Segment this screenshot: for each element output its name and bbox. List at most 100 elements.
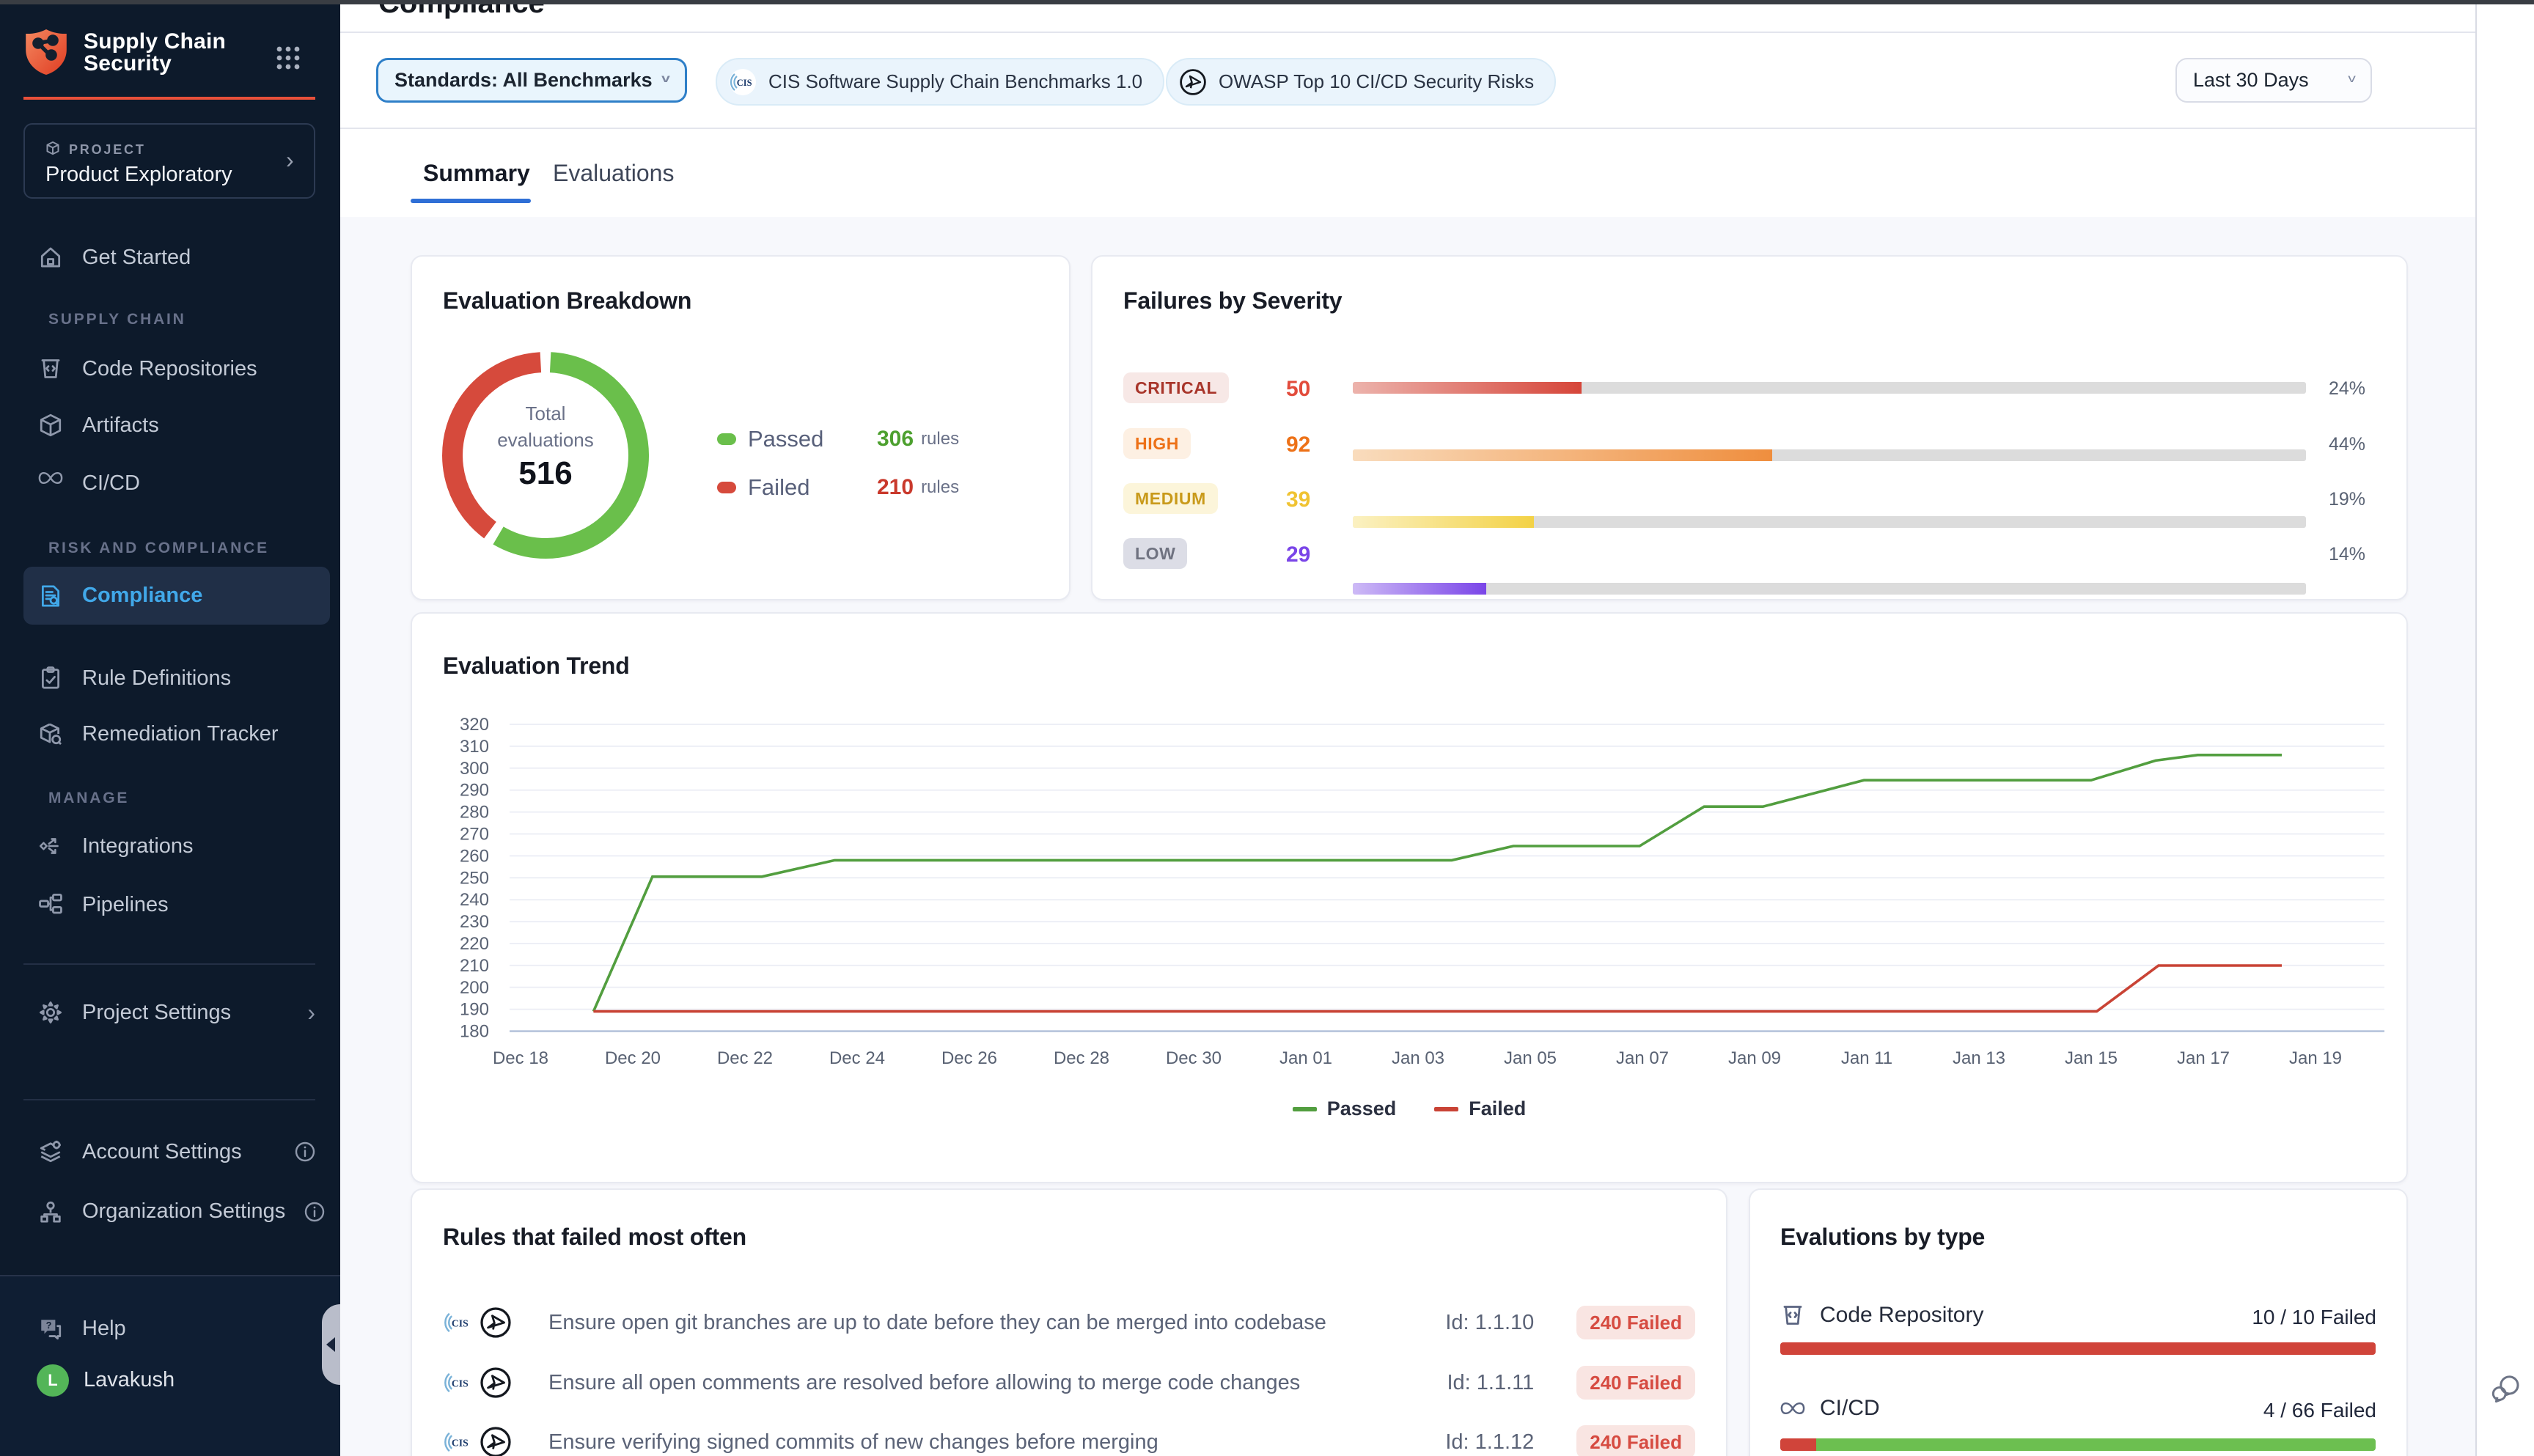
svg-text:Jan 05: Jan 05 — [1504, 1048, 1557, 1068]
cis-logo-icon: CIS — [443, 1307, 474, 1338]
info-icon[interactable] — [295, 1141, 315, 1162]
severity-badge-medium: MEDIUM — [1123, 483, 1218, 514]
svg-text:230: 230 — [460, 912, 489, 932]
rule-text: Ensure open git branches are up to date … — [548, 1311, 1326, 1335]
svg-text:310: 310 — [460, 737, 489, 757]
cis-logo-icon: CIS — [729, 68, 757, 96]
svg-text:CIS: CIS — [737, 78, 752, 88]
rule-id: Id: 1.1.11 — [1447, 1371, 1534, 1395]
rule-row[interactable]: CIS Ensure open git branches are up to d… — [443, 1306, 1695, 1339]
sidebar-item-project-settings[interactable]: Project Settings › — [23, 986, 330, 1039]
severity-bar-critical — [1353, 382, 2306, 394]
avatar: L — [37, 1364, 69, 1397]
svg-text:Dec 30: Dec 30 — [1166, 1048, 1222, 1068]
chevron-right-icon: › — [307, 1001, 315, 1024]
sidebar-item-rule-definitions[interactable]: Rule Definitions — [23, 652, 330, 705]
page-title-clip: Compliance — [378, 4, 818, 32]
passed-dot-icon — [717, 433, 736, 445]
card-title: Failures by Severity — [1123, 287, 1342, 315]
chip-label: OWASP Top 10 CI/CD Security Risks — [1219, 70, 1534, 93]
compliance-doc-icon — [38, 584, 63, 608]
svg-text:260: 260 — [460, 846, 489, 866]
type-value: 10 / 10 Failed — [2112, 1306, 2376, 1329]
rule-failed-badge: 240 Failed — [1576, 1306, 1695, 1339]
svg-text:290: 290 — [460, 781, 489, 801]
card-evaluation-trend: Evaluation Trend 32031030029028027026025… — [411, 612, 2408, 1183]
svg-text:CIS: CIS — [452, 1438, 469, 1449]
cube-icon — [38, 413, 63, 438]
sidebar-item-organization-settings[interactable]: Organization Settings — [23, 1185, 330, 1238]
benchmark-chip-owasp[interactable]: OWASP Top 10 CI/CD Security Risks — [1166, 58, 1556, 106]
svg-text:Jan 01: Jan 01 — [1279, 1048, 1332, 1068]
legend-item-failed: Failed — [1434, 1097, 1526, 1120]
chip-label: CIS Software Supply Chain Benchmarks 1.0 — [768, 70, 1142, 93]
card-title: Evalutions by type — [1780, 1224, 1985, 1251]
sidebar-item-remediation-tracker[interactable]: Remediation Tracker — [23, 707, 330, 760]
layers-gear-icon — [38, 1139, 63, 1164]
severity-bar-medium — [1353, 516, 2306, 528]
sidebar-item-help[interactable]: ? Help — [23, 1303, 330, 1356]
sidebar-item-compliance[interactable]: Compliance — [23, 567, 330, 625]
chat-bubble-icon[interactable] — [2489, 1374, 2522, 1408]
sidebar-collapse-handle[interactable] — [322, 1304, 340, 1385]
card-evaluations-by-type: Evalutions by type Code Repository 10 / … — [1749, 1188, 2408, 1456]
svg-text:Jan 19: Jan 19 — [2289, 1048, 2342, 1068]
failed-dot-icon — [717, 482, 736, 493]
severity-bar-high — [1353, 449, 2306, 461]
sidebar-item-code-repositories[interactable]: Code Repositories — [23, 342, 330, 395]
severity-pct: 19% — [2307, 489, 2365, 510]
sidebar-item-integrations[interactable]: Integrations — [23, 820, 330, 872]
tab-summary[interactable]: Summary — [423, 160, 530, 187]
svg-text:Dec 24: Dec 24 — [829, 1048, 885, 1068]
integrations-icon — [38, 834, 63, 858]
benchmark-chip-cis[interactable]: CIS CIS Software Supply Chain Benchmarks… — [716, 58, 1164, 106]
sidebar-item-artifacts[interactable]: Artifacts — [23, 399, 330, 452]
card-failures-by-severity: Failures by Severity CRITICAL 50 24% HIG… — [1091, 255, 2408, 600]
severity-badge-high: HIGH — [1123, 428, 1191, 459]
section-manage: MANAGE — [48, 790, 129, 807]
svg-text:Jan 13: Jan 13 — [1953, 1048, 2005, 1068]
severity-value: 50 — [1286, 377, 1310, 402]
sidebar-item-cicd[interactable]: CI/CD — [23, 457, 330, 510]
rule-row[interactable]: CIS Ensure verifying signed commits of n… — [443, 1425, 1695, 1456]
svg-text:Dec 18: Dec 18 — [493, 1048, 548, 1068]
svg-text:250: 250 — [460, 868, 489, 888]
type-value: 4 / 66 Failed — [2112, 1399, 2376, 1422]
severity-pct: 24% — [2307, 378, 2365, 400]
filters-divider — [340, 128, 2475, 129]
svg-text:190: 190 — [460, 1000, 489, 1020]
module-grid-icon[interactable] — [276, 45, 301, 70]
project-selector[interactable]: PROJECT Product Exploratory › — [23, 123, 315, 199]
type-bar-code-repository — [1780, 1342, 2376, 1355]
sidebar-item-account-settings[interactable]: Account Settings — [23, 1125, 330, 1178]
cube-wrench-icon — [38, 721, 63, 746]
sidebar-item-pipelines[interactable]: Pipelines — [23, 878, 330, 931]
tab-evaluations[interactable]: Evaluations — [553, 160, 674, 187]
date-range-select[interactable]: Last 30 Days ᵛ — [2175, 58, 2372, 103]
rule-id: Id: 1.1.10 — [1445, 1311, 1534, 1335]
project-label: PROJECT — [69, 142, 146, 158]
rule-text: Ensure verifying signed commits of new c… — [548, 1430, 1158, 1455]
standards-select[interactable]: Standards: All Benchmarks ᵛ — [376, 58, 687, 103]
svg-text:Jan 07: Jan 07 — [1616, 1048, 1669, 1068]
card-title: Evaluation Breakdown — [443, 287, 691, 315]
cis-logo-icon: CIS — [443, 1427, 474, 1456]
section-risk-compliance: RISK AND COMPLIANCE — [48, 540, 269, 557]
rule-row[interactable]: CIS Ensure all open comments are resolve… — [443, 1366, 1695, 1400]
svg-text:Jan 03: Jan 03 — [1392, 1048, 1444, 1068]
svg-text:Dec 28: Dec 28 — [1054, 1048, 1109, 1068]
severity-value: 92 — [1286, 433, 1310, 457]
app-logo-shield-icon — [23, 28, 69, 76]
info-icon[interactable] — [304, 1202, 325, 1222]
severity-badge-low: LOW — [1123, 538, 1187, 569]
card-evaluation-breakdown: Evaluation Breakdown Total evaluations 5… — [411, 255, 1070, 600]
svg-text:300: 300 — [460, 759, 489, 779]
user-menu[interactable]: L Lavakush — [37, 1364, 175, 1397]
svg-text:240: 240 — [460, 890, 489, 910]
type-row-cicd: CI/CD — [1780, 1396, 1880, 1421]
svg-text:Dec 20: Dec 20 — [605, 1048, 661, 1068]
svg-text:280: 280 — [460, 803, 489, 823]
user-name: Lavakush — [84, 1368, 175, 1392]
sidebar-item-get-started[interactable]: Get Started — [23, 231, 330, 284]
svg-text:Jan 11: Jan 11 — [1841, 1048, 1892, 1068]
